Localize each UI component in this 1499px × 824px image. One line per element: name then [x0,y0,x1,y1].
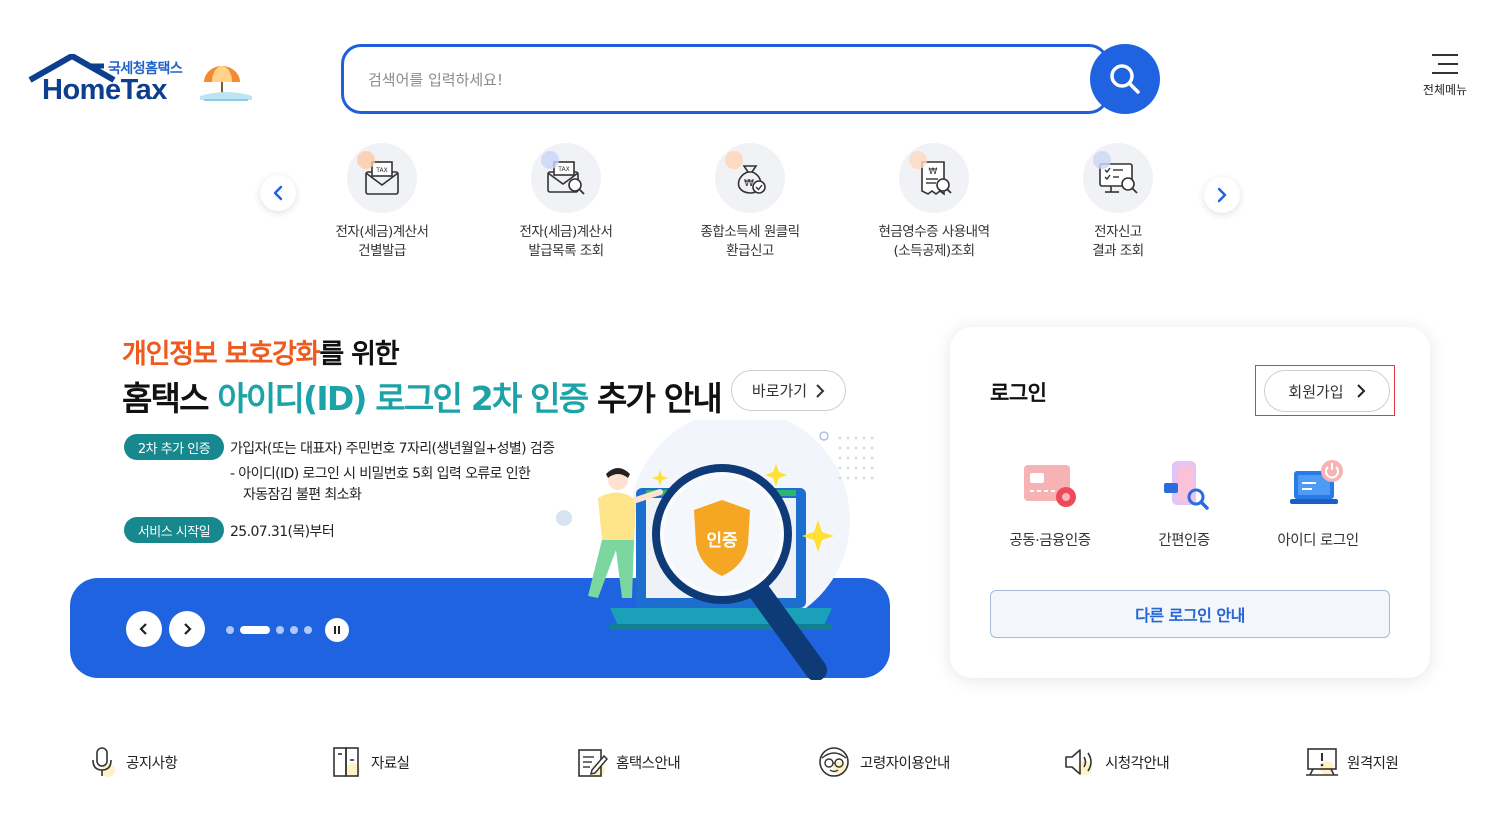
banner-next-button[interactable] [169,611,205,647]
chevron-left-icon [273,185,283,201]
banner-tag-start-date: 서비스 시작일 [124,517,224,543]
banner-pager [226,626,312,634]
quick-service-line1: 현금영수증 사용내역 [878,224,990,240]
login-option-label: 아이디 로그인 [1277,533,1359,549]
microphone-icon [92,747,115,777]
certificate-card-icon [1024,465,1076,507]
hamburger-icon [1432,54,1458,74]
join-label: 회원가입 [1288,382,1344,401]
quick-service-item[interactable]: ₩ 종합소득세 원클릭 환급신고 [658,143,842,261]
login-option-label: 공동·금융인증 [1009,533,1091,549]
svg-text:TAX: TAX [557,166,569,173]
banner-headline-part1: 홈택스 [122,379,218,418]
login-option-simple-auth[interactable]: 간편인증 [1117,459,1251,550]
link-label: 원격지원 [1347,755,1399,772]
other-login-button[interactable]: 다른 로그인 안내 [990,590,1390,638]
banner-goto-button[interactable]: 바로가기 [731,370,846,411]
quick-service-line1: 전자(세금)계산서 [519,224,613,240]
quick-service-line2: (소득공제)조회 [893,243,975,259]
search-icon [1110,64,1140,94]
pager-dot[interactable] [304,626,312,634]
all-menu-button[interactable]: 전체메뉴 [1416,54,1474,98]
link-hometax-guide[interactable]: 홈택스안내 [576,744,681,780]
svg-text:₩: ₩ [929,167,938,177]
auth-magnifier-illustration: 인증 [556,420,874,680]
svg-text:TAX: TAX [375,167,387,174]
pager-dot[interactable] [290,626,298,634]
banner-headline-teal: 아이디(ID) 로그인 2차 인증 [217,379,589,418]
join-button-highlight: 회원가입 [1255,365,1395,416]
link-archive[interactable]: 자료실 [331,744,410,780]
link-label: 고령자이용안내 [860,755,950,772]
search-box [341,44,1109,114]
file-cabinet-icon [333,747,360,777]
link-label: 시청각안내 [1105,755,1170,772]
banner-prev-button[interactable] [126,611,162,647]
search-input[interactable] [368,67,1068,93]
quick-service-line2: 결과 조회 [1092,243,1144,259]
quick-service-line2: 발급목록 조회 [528,243,604,259]
chevron-right-icon [1356,384,1366,398]
banner-text-date: 25.07.31(목)부터 [230,524,335,540]
simple-auth-phone-icon [1164,461,1209,510]
banner-headline-rest: 를 위한 [319,339,399,370]
login-option-label: 간편인증 [1158,533,1210,549]
quick-service-line1: 전자(세금)계산서 [335,224,429,240]
quick-service-line1: 종합소득세 원클릭 [700,224,800,240]
login-panel: 로그인 회원가입 공동·금융인증 간편인증 아이디 로그인 다른 로그인 안내 [950,327,1430,678]
chevron-right-icon [1217,187,1227,203]
link-label: 홈택스안내 [616,755,681,772]
remote-monitor-icon [1306,748,1338,776]
elderly-glasses-icon [819,747,849,777]
quick-service-item[interactable]: TAX 전자(세금)계산서 건별발급 [290,143,474,261]
quick-service-item[interactable]: ₩ 현금영수증 사용내역 (소득공제)조회 [842,143,1026,261]
login-option-id[interactable]: 아이디 로그인 [1251,459,1385,550]
banner-tag-second-auth: 2차 추가 인증 [124,434,224,460]
search-button[interactable] [1090,44,1160,114]
quick-service-line1: 전자신고 [1094,224,1142,240]
quick-service-item[interactable]: TAX 전자(세금)계산서 발급목록 조회 [474,143,658,261]
link-notice[interactable]: 공지사항 [88,744,178,780]
banner-pause-button[interactable] [325,618,349,642]
hometax-logo[interactable]: 국세청홈택스 HomeTax [28,52,258,112]
link-label: 공지사항 [126,755,178,772]
shield-auth-text: 인증 [706,531,738,551]
link-remote-support[interactable]: 원격지원 [1305,744,1399,780]
laptop-power-icon [1290,460,1343,504]
pager-dot-active[interactable] [240,626,270,634]
all-menu-label: 전체메뉴 [1422,83,1468,97]
banner-goto-label: 바로가기 [751,382,808,400]
banner-text-sub1: - 아이디(ID) 로그인 시 비밀번호 5회 입력 오류로 인한 [230,466,531,482]
chevron-right-icon [184,623,192,635]
banner-text-sub2: 자동잠김 불편 최소화 [243,487,362,503]
pager-dot[interactable] [276,626,284,634]
link-elderly-guide[interactable]: 고령자이용안내 [818,744,950,780]
banner-headline-line2: 홈택스 아이디(ID) 로그인 2차 인증 추가 안내 [122,372,723,420]
banner-headline-line1: 개인정보 보호강화를 위한 [122,332,400,371]
link-audiovisual-guide[interactable]: 시청각안내 [1063,744,1170,780]
quick-service-line2: 환급신고 [726,243,774,259]
link-label: 자료실 [371,755,410,772]
banner-text-verify: 가입자(또는 대표자) 주민번호 7자리(생년월일+성별) 검증 [230,441,555,457]
hometax-main-page: 국세청홈택스 HomeTax 전체메뉴 [0,0,1499,824]
chevron-right-icon [816,383,825,398]
join-button[interactable]: 회원가입 [1264,370,1390,412]
quick-service-item[interactable]: 전자신고 결과 조회 [1026,143,1210,261]
chevron-left-icon [139,623,147,635]
pager-dot[interactable] [226,626,234,634]
login-option-certificate[interactable]: 공동·금융인증 [983,459,1117,550]
quick-service-line2: 건별발급 [358,243,406,259]
pause-icon [334,626,340,634]
logo-title: HomeTax [42,74,167,106]
beach-umbrella-icon [200,66,252,101]
banner-headline-part2: 추가 안내 [587,379,723,418]
banner-headline-highlight: 개인정보 보호강화 [122,339,321,370]
login-title: 로그인 [990,381,1047,405]
document-pen-icon [578,749,608,777]
speaker-icon [1065,749,1092,775]
